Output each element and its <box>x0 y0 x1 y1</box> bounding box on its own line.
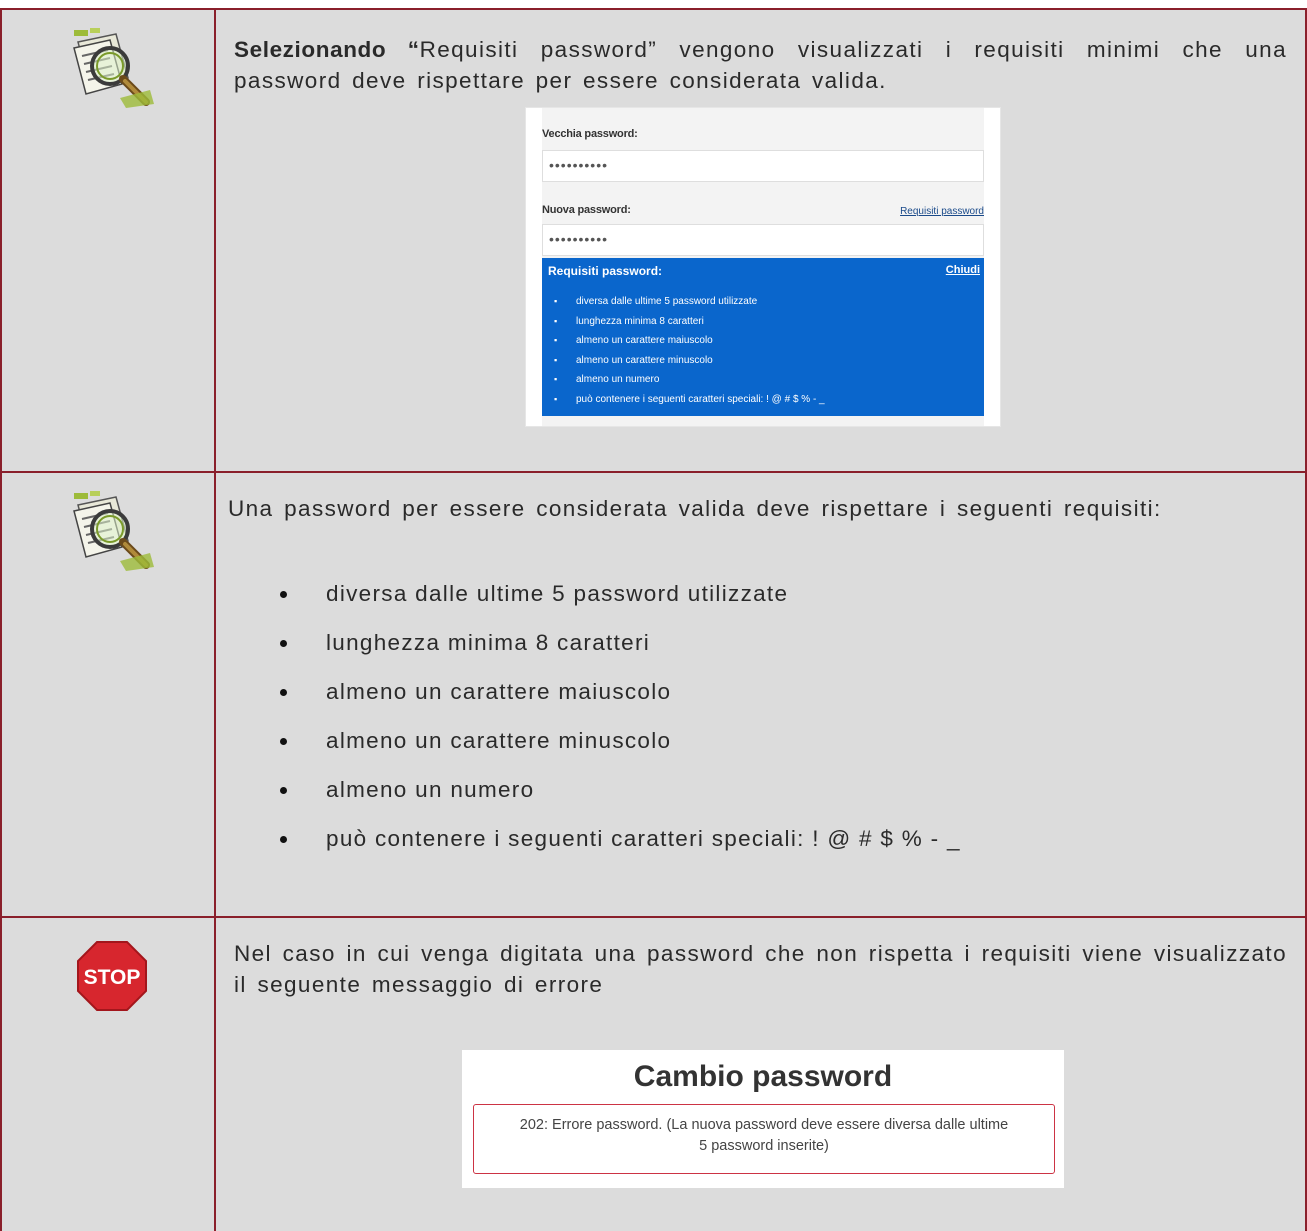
magnifier-document-icon <box>73 28 154 108</box>
table-row-requisiti-selection: Selezionando “Requisiti password” vengon… <box>0 8 1307 473</box>
form-background: Vecchia password: •••••••••• Nuova passw… <box>542 108 984 426</box>
error-screenshot: Cambio password 202: Errore password. (L… <box>462 1050 1064 1188</box>
list-item: almeno un numero <box>264 772 961 821</box>
new-password-label: Nuova password: <box>542 204 631 216</box>
password-form-screenshot: Vecchia password: •••••••••• Nuova passw… <box>526 108 1000 426</box>
requisiti-panel: Requisiti password: Chiudi diversa dalle… <box>542 258 984 416</box>
list-item: almeno un carattere minuscolo <box>264 723 961 772</box>
list-item: può contenere i seguenti caratteri speci… <box>264 821 961 870</box>
stop-sign-icon: STOP <box>77 941 147 1011</box>
column-divider <box>214 918 216 1231</box>
requisiti-list: diversa dalle ultime 5 password utilizza… <box>542 292 825 409</box>
column-divider <box>214 473 216 918</box>
list-item: almeno un carattere maiuscolo <box>264 674 961 723</box>
old-password-label: Vecchia password: <box>542 128 638 140</box>
requisiti-password-link[interactable]: Requisiti password <box>900 206 984 217</box>
list-item: almeno un carattere maiuscolo <box>542 331 825 351</box>
panel-title: Requisiti password: <box>548 264 663 278</box>
error-intro: Nel caso in cui venga digitata una passw… <box>234 941 1287 997</box>
requirements-intro: Una password per essere considerata vali… <box>228 496 1162 521</box>
list-item: lunghezza minima 8 caratteri <box>542 312 825 332</box>
icon-cell: STOP <box>2 918 214 1231</box>
column-divider <box>214 10 216 473</box>
old-password-field[interactable]: •••••••••• <box>542 150 984 182</box>
bold-lead: Selezionando “ <box>234 37 420 62</box>
list-item: può contenere i seguenti caratteri speci… <box>542 390 825 410</box>
list-item: almeno un numero <box>542 370 825 390</box>
content-cell: Nel caso in cui venga digitata una passw… <box>234 918 1287 1231</box>
new-password-field[interactable]: •••••••••• <box>542 224 984 256</box>
magnifier-document-icon <box>73 491 154 571</box>
stop-label: STOP <box>84 966 141 989</box>
info-table: Selezionando “Requisiti password” vengon… <box>0 0 1307 1231</box>
list-item: almeno un carattere minuscolo <box>542 351 825 371</box>
error-message-box: 202: Errore password. (La nuova password… <box>473 1104 1055 1174</box>
list-item: diversa dalle ultime 5 password utilizza… <box>264 576 961 625</box>
icon-cell <box>2 10 214 473</box>
table-row-error: STOP Nel caso in cui venga digitata una … <box>0 916 1307 1231</box>
intro-paragraph: Selezionando “Requisiti password” vengon… <box>234 34 1287 96</box>
icon-cell <box>2 473 214 918</box>
chiudi-link[interactable]: Chiudi <box>946 264 980 276</box>
cambio-password-title: Cambio password <box>633 1060 893 1093</box>
content-cell: Una password per essere considerata vali… <box>228 473 1287 918</box>
requirements-list: diversa dalle ultime 5 password utilizza… <box>264 576 961 870</box>
list-item: lunghezza minima 8 caratteri <box>264 625 961 674</box>
list-item: diversa dalle ultime 5 password utilizza… <box>542 292 825 312</box>
table-row-requisiti-list: Una password per essere considerata vali… <box>0 471 1307 918</box>
content-cell: Selezionando “Requisiti password” vengon… <box>234 10 1287 473</box>
